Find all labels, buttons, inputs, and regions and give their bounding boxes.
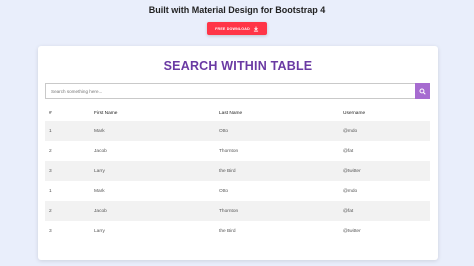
column-header-last-name[interactable]: Last Name — [215, 106, 339, 121]
table-row: 1 Mark Otto @mdo — [45, 121, 430, 141]
column-header-username[interactable]: Username — [339, 106, 430, 121]
table-row: 2 Jacob Thornton @fat — [45, 201, 430, 221]
username-cell: @twitter — [343, 228, 361, 234]
page-heading: Built with Material Design for Bootstrap… — [148, 5, 326, 15]
row-number: 2 — [49, 148, 52, 154]
search-button[interactable] — [415, 83, 430, 99]
row-number: 3 — [49, 228, 52, 234]
table-card: SEARCH WITHIN TABLE # First Name Last Na… — [38, 46, 438, 260]
username-cell: @mdo — [343, 128, 358, 134]
table-row: 3 Larry the Bird @twitter — [45, 161, 430, 181]
row-number: 1 — [49, 188, 52, 194]
column-header-first-name[interactable]: First Name — [90, 106, 215, 121]
username-cell: @fat — [343, 208, 354, 214]
free-download-button[interactable]: FREE DOWNLOAD — [207, 22, 267, 35]
last-name-cell: Thornton — [219, 148, 239, 154]
username-cell: @mdo — [343, 188, 358, 194]
download-icon — [253, 26, 258, 32]
first-name-cell: Jacob — [94, 208, 107, 214]
first-name-cell: Mark — [94, 128, 105, 134]
last-name-cell: Thornton — [219, 208, 239, 214]
table-row: 1 Mark Otto @mdo — [45, 181, 430, 201]
last-name-cell: Otto — [219, 128, 229, 134]
first-name-cell: Larry — [94, 168, 105, 174]
first-name-cell: Jacob — [94, 148, 107, 154]
table-row: 3 Larry the Bird @twitter — [45, 221, 430, 241]
last-name-cell: Otto — [219, 188, 229, 194]
search-input[interactable] — [45, 83, 415, 99]
search-bar — [45, 83, 430, 99]
download-button-label: FREE DOWNLOAD — [215, 26, 250, 31]
row-number: 3 — [49, 168, 52, 174]
search-icon — [419, 87, 426, 95]
row-number: 1 — [49, 128, 52, 134]
first-name-cell: Larry — [94, 228, 105, 234]
username-cell: @twitter — [343, 168, 361, 174]
table-row: 2 Jacob Thornton @fat — [45, 141, 430, 161]
last-name-cell: the Bird — [219, 168, 236, 174]
table-header-row: # First Name Last Name Username — [45, 106, 430, 121]
card-title: SEARCH WITHIN TABLE — [163, 59, 313, 73]
row-number: 2 — [49, 208, 52, 214]
column-header-number[interactable]: # — [45, 106, 90, 121]
last-name-cell: the Bird — [219, 228, 236, 234]
data-table: # First Name Last Name Username 1 Mark O… — [45, 106, 430, 241]
first-name-cell: Mark — [94, 188, 105, 194]
username-cell: @fat — [343, 148, 354, 154]
